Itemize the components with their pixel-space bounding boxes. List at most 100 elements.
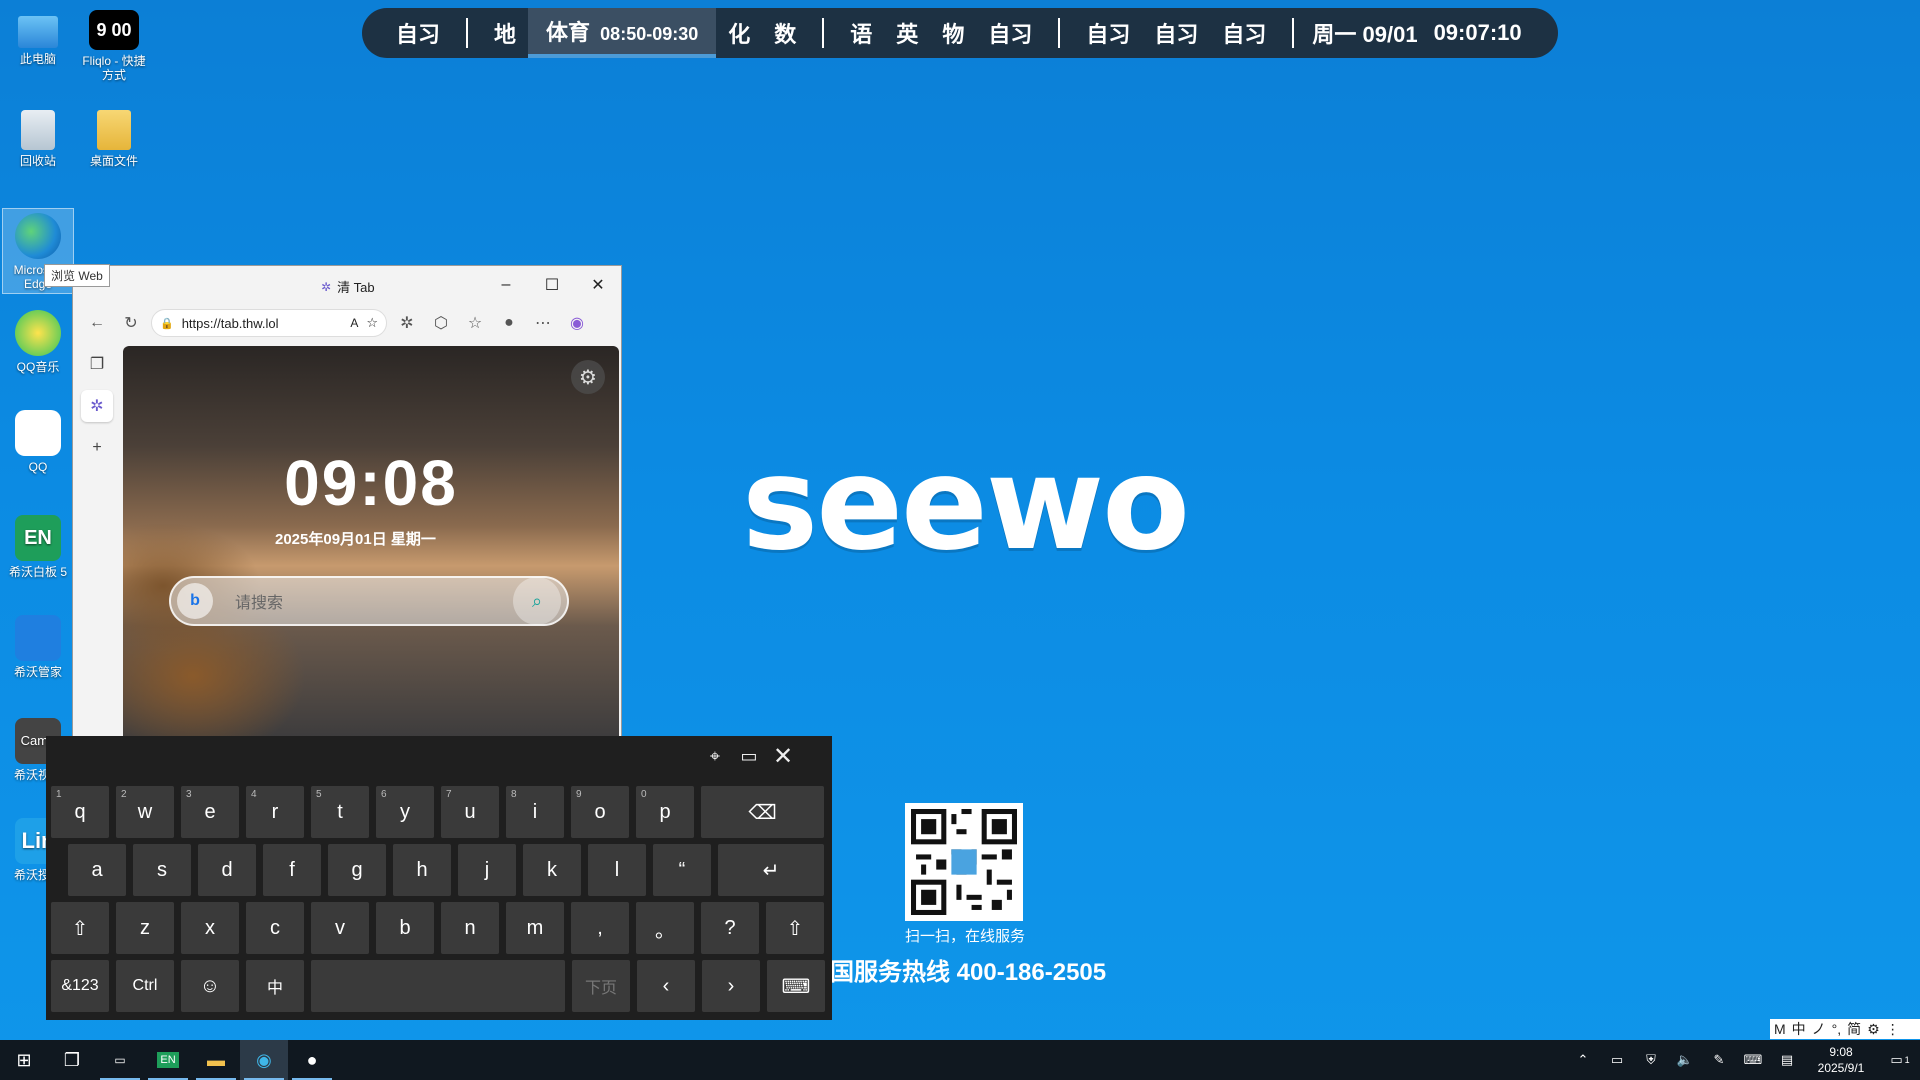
new-tab-icon[interactable]: + — [81, 432, 113, 464]
key-d[interactable]: d — [198, 844, 256, 896]
copilot-icon[interactable]: ◉ — [563, 309, 591, 337]
extensions-puzzle-icon[interactable]: ⬡ — [427, 309, 455, 337]
right-arrow-key[interactable]: › — [702, 960, 760, 1012]
shift-left-key[interactable]: ⇧ — [51, 902, 109, 954]
search-box[interactable]: b 请搜索 ⌕ — [169, 576, 569, 626]
taskbar-file-explorer[interactable]: ▬ — [192, 1040, 240, 1080]
desktop-icon-qq[interactable]: QQ — [2, 410, 74, 474]
key-c[interactable]: c — [246, 902, 304, 954]
back-button[interactable]: ← — [83, 309, 111, 337]
title-bar[interactable]: ✲ 清 Tab – ☐ ✕ — [73, 266, 621, 304]
profile-icon[interactable]: ● — [495, 309, 523, 337]
language-key[interactable]: 中 — [246, 960, 304, 1012]
key-g[interactable]: g — [328, 844, 386, 896]
search-icon[interactable]: ⌕ — [513, 577, 561, 625]
close-button[interactable]: ✕ — [575, 266, 621, 304]
notification-center-icon[interactable]: ▭ 1 — [1880, 1040, 1920, 1080]
key-s[interactable]: s — [133, 844, 191, 896]
key-w[interactable]: 2w — [116, 786, 174, 838]
key-n[interactable]: n — [441, 902, 499, 954]
network-icon[interactable]: ▭ — [1602, 1040, 1632, 1080]
key-quote[interactable]: “ — [653, 844, 711, 896]
taskbar-clock[interactable]: 9:08 2025/9/1 — [1806, 1044, 1876, 1076]
enter-key[interactable]: ↵ — [718, 844, 824, 896]
search-engine-icon[interactable]: b — [177, 583, 213, 619]
key-h[interactable]: h — [393, 844, 451, 896]
emoji-key[interactable]: ☺ — [181, 960, 239, 1012]
taskbar-easinote[interactable]: EN — [144, 1040, 192, 1080]
key-b[interactable]: b — [376, 902, 434, 954]
refresh-button[interactable]: ↻ — [117, 309, 145, 337]
ime-item[interactable]: ⚙ — [1867, 1021, 1880, 1038]
shift-right-key[interactable]: ⇧ — [766, 902, 824, 954]
key-question[interactable]: ? — [701, 902, 759, 954]
desktop-icon-this-pc[interactable]: 此电脑 — [2, 10, 74, 66]
more-menu-icon[interactable]: ⋯ — [529, 309, 557, 337]
ime-item[interactable]: M — [1774, 1021, 1786, 1037]
key-e[interactable]: 3e — [181, 786, 239, 838]
desktop-icon-desktop-files[interactable]: 桌面文件 — [78, 110, 150, 168]
chevron-up-icon[interactable]: ⌃ — [1568, 1040, 1598, 1080]
dock-keyboard-icon[interactable]: ▭ — [732, 742, 766, 770]
key-x[interactable]: x — [181, 902, 239, 954]
move-keyboard-icon[interactable]: ⌖ — [698, 742, 732, 770]
key-comma[interactable]: , — [571, 902, 629, 954]
touch-keyboard-icon[interactable]: ⌨ — [1738, 1040, 1768, 1080]
ctrl-key[interactable]: Ctrl — [116, 960, 174, 1012]
key-o[interactable]: 9o — [571, 786, 629, 838]
key-l[interactable]: l — [588, 844, 646, 896]
desktop-icon-recycle-bin[interactable]: 回收站 — [2, 110, 74, 168]
extension-icon[interactable]: ✲ — [393, 309, 421, 337]
task-view-button[interactable]: ❐ — [48, 1040, 96, 1080]
search-input[interactable]: 请搜索 — [235, 589, 513, 613]
ime-item[interactable]: ノ — [1812, 1019, 1826, 1039]
taskbar-camera-app[interactable]: ▭ — [96, 1040, 144, 1080]
volume-icon[interactable]: 🔈 — [1670, 1040, 1700, 1080]
taskbar-qq[interactable]: ● — [288, 1040, 336, 1080]
security-icon[interactable]: ⛨ — [1636, 1040, 1666, 1080]
key-period[interactable]: 。 — [636, 902, 694, 954]
minimize-button[interactable]: – — [483, 266, 529, 304]
key-y[interactable]: 6y — [376, 786, 434, 838]
page-down-key[interactable]: 下页 — [572, 960, 630, 1012]
browser-window[interactable]: ✲ 清 Tab – ☐ ✕ ← ↻ 🔒 https://tab.thw.lol … — [72, 265, 622, 740]
ime-item[interactable]: °, — [1832, 1021, 1842, 1037]
touch-keyboard[interactable]: ⌖ ▭ ✕ 1q 2w 3e 4r 5t 6y 7u 8i 9o 0p ⌫ a … — [46, 736, 832, 1020]
pen-icon[interactable]: ✎ — [1704, 1040, 1734, 1080]
ime-item[interactable]: 中 — [1792, 1019, 1806, 1039]
key-p[interactable]: 0p — [636, 786, 694, 838]
desktop-icon-easinote[interactable]: EN 希沃白板 5 — [2, 515, 74, 579]
key-z[interactable]: z — [116, 902, 174, 954]
key-f[interactable]: f — [263, 844, 321, 896]
favorite-star-icon[interactable]: ☆ — [366, 315, 378, 331]
desktop-icon-seewo-manager[interactable]: 希沃管家 — [2, 615, 74, 679]
backspace-key[interactable]: ⌫ — [701, 786, 824, 838]
ime-item[interactable]: ⋮ — [1886, 1021, 1900, 1038]
tab-actions-icon[interactable]: ❐ — [81, 348, 113, 380]
tab-title[interactable]: ✲ 清 Tab — [321, 277, 375, 296]
symbols-key[interactable]: &123 — [51, 960, 109, 1012]
key-v[interactable]: v — [311, 902, 369, 954]
key-j[interactable]: j — [458, 844, 516, 896]
settings-gear-icon[interactable]: ⚙ — [571, 360, 605, 394]
maximize-button[interactable]: ☐ — [529, 266, 575, 304]
key-r[interactable]: 4r — [246, 786, 304, 838]
vertical-tab-item[interactable]: ✲ — [81, 390, 113, 422]
space-key[interactable] — [311, 960, 565, 1012]
left-arrow-key[interactable]: ‹ — [637, 960, 695, 1012]
keyboard-layout-key[interactable]: ⌨ — [767, 960, 825, 1012]
key-q[interactable]: 1q — [51, 786, 109, 838]
key-i[interactable]: 8i — [506, 786, 564, 838]
favorites-icon[interactable]: ☆ — [461, 309, 489, 337]
key-k[interactable]: k — [523, 844, 581, 896]
key-m[interactable]: m — [506, 902, 564, 954]
close-keyboard-icon[interactable]: ✕ — [766, 742, 800, 770]
read-aloud-icon[interactable]: A — [350, 316, 358, 330]
start-button[interactable]: ⊞ — [0, 1040, 48, 1080]
desktop-icon-fliqlo[interactable]: 9 00 Fliqlo - 快捷方式 — [78, 10, 150, 82]
key-a[interactable]: a — [68, 844, 126, 896]
ime-item[interactable]: 简 — [1847, 1019, 1861, 1039]
ime-toolbar[interactable]: M 中 ノ °, 简 ⚙ ⋮ — [1770, 1019, 1920, 1039]
taskbar-edge[interactable]: ◉ — [240, 1040, 288, 1080]
desktop-icon-qq-music[interactable]: QQ音乐 — [2, 310, 74, 374]
